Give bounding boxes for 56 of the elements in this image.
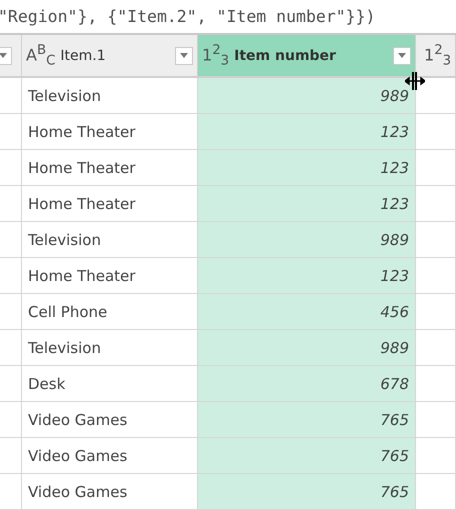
table-cell: 456	[198, 294, 416, 330]
table-cell: Television	[22, 330, 198, 366]
table-cell: 989	[198, 330, 416, 366]
table-cell	[0, 186, 22, 222]
table-cell: 765	[198, 474, 416, 510]
table-cell	[0, 150, 22, 186]
table-cell	[416, 222, 456, 258]
table-cell: Desk	[22, 366, 198, 402]
caret-icon	[180, 53, 188, 58]
table-cell: Cell Phone	[22, 294, 198, 330]
caret-icon	[398, 53, 406, 58]
table-cell: 123	[198, 186, 416, 222]
table-cell	[416, 366, 456, 402]
table-cell	[0, 366, 22, 402]
table-cell: 123	[198, 258, 416, 294]
table-cell	[0, 438, 22, 474]
table-cell: 989	[198, 78, 416, 114]
table-cell	[416, 186, 456, 222]
table-cell	[416, 474, 456, 510]
table-cell: Video Games	[22, 402, 198, 438]
formula-text: "Region"}, {"Item.2", "Item number"}})	[0, 7, 376, 26]
table-cell	[0, 114, 22, 150]
table-cell	[0, 330, 22, 366]
table-cell	[0, 294, 22, 330]
table-cell	[416, 438, 456, 474]
table-cell: Video Games	[22, 438, 198, 474]
table-cell	[416, 258, 456, 294]
table-cell	[0, 78, 22, 114]
table-cell: Television	[22, 222, 198, 258]
table-cell	[0, 402, 22, 438]
table-cell: 765	[198, 402, 416, 438]
column-name: Item number	[234, 48, 337, 64]
table-cell	[416, 114, 456, 150]
caret-icon	[0, 53, 7, 58]
table-cell	[416, 150, 456, 186]
table-cell: 123	[198, 114, 416, 150]
table-cell: Television	[22, 78, 198, 114]
table-cell	[416, 78, 456, 114]
table-cell	[416, 330, 456, 366]
table-cell: Home Theater	[22, 258, 198, 294]
table-cell	[0, 474, 22, 510]
table-cell: Home Theater	[22, 186, 198, 222]
filter-button[interactable]	[175, 46, 193, 64]
filter-button[interactable]	[393, 46, 411, 64]
column-name: Item.1	[60, 48, 107, 64]
table-cell: 765	[198, 438, 416, 474]
table-cell: Home Theater	[22, 150, 198, 186]
table-cell: Video Games	[22, 474, 198, 510]
table-cell	[0, 222, 22, 258]
table-cell: Home Theater	[22, 114, 198, 150]
table-cell	[416, 294, 456, 330]
table-cell	[416, 402, 456, 438]
table-cell: 678	[198, 366, 416, 402]
table-cell: 989	[198, 222, 416, 258]
table-cell: 123	[198, 150, 416, 186]
table-cell	[0, 258, 22, 294]
